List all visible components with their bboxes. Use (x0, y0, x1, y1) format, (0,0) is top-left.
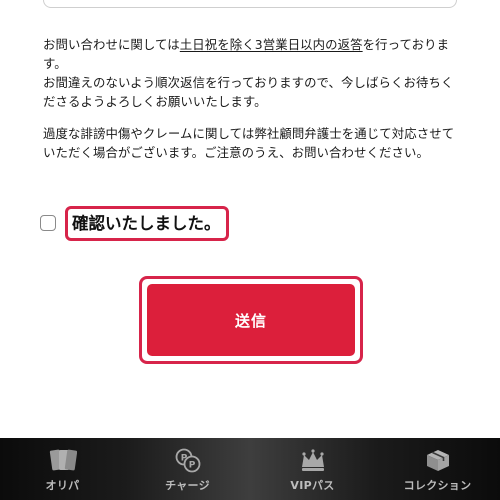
bottom-nav: オリパ P P チャージ VIPパス コレクション (0, 438, 500, 500)
contact-form-page: お問い合わせに関しては土日祝を除く3営業日以内の返答を行っております。 お間違えの… (0, 0, 500, 500)
cards-icon (49, 449, 77, 471)
submit-button-highlight: 送信 (139, 276, 363, 364)
nav-label-collection: コレクション (403, 479, 472, 492)
nav-item-collection[interactable]: コレクション (375, 438, 500, 500)
notice-text-line2: お間違えのないよう順次返信を行っておりますので、今しばらくお待ちくださるようよろ… (43, 75, 454, 109)
notice-text-pre: お問い合わせに関しては (43, 37, 180, 52)
crown-icon (301, 449, 324, 471)
submit-button[interactable]: 送信 (147, 284, 355, 356)
nav-item-charge[interactable]: P P チャージ (125, 438, 250, 500)
coins-icon: P P (175, 448, 200, 473)
nav-label-oripa: オリパ (45, 479, 80, 492)
svg-text:P: P (188, 461, 195, 471)
nav-label-vip-pass: VIPパス (290, 479, 335, 492)
nav-item-oripa[interactable]: オリパ (0, 438, 125, 500)
nav-label-charge: チャージ (165, 479, 210, 492)
inquiry-textarea[interactable] (43, 0, 457, 8)
confirm-label[interactable]: 確認いたしました。 (65, 205, 229, 241)
legal-warning-notice: 過度な誹謗中傷やクレームに関しては弊社顧問弁護士を通じて対応させていただく場合が… (43, 126, 455, 160)
response-time-notice: お問い合わせに関しては土日祝を除く3営業日以内の返答を行っております。 お間違えの… (43, 35, 463, 111)
confirm-row: 確認いたしました。 (40, 205, 229, 241)
nav-item-vip-pass[interactable]: VIPパス (250, 438, 375, 500)
notice-underlined-text: 土日祝を除く3営業日以内の返答 (179, 37, 363, 52)
confirm-checkbox[interactable] (40, 215, 56, 231)
box-icon (426, 450, 449, 471)
